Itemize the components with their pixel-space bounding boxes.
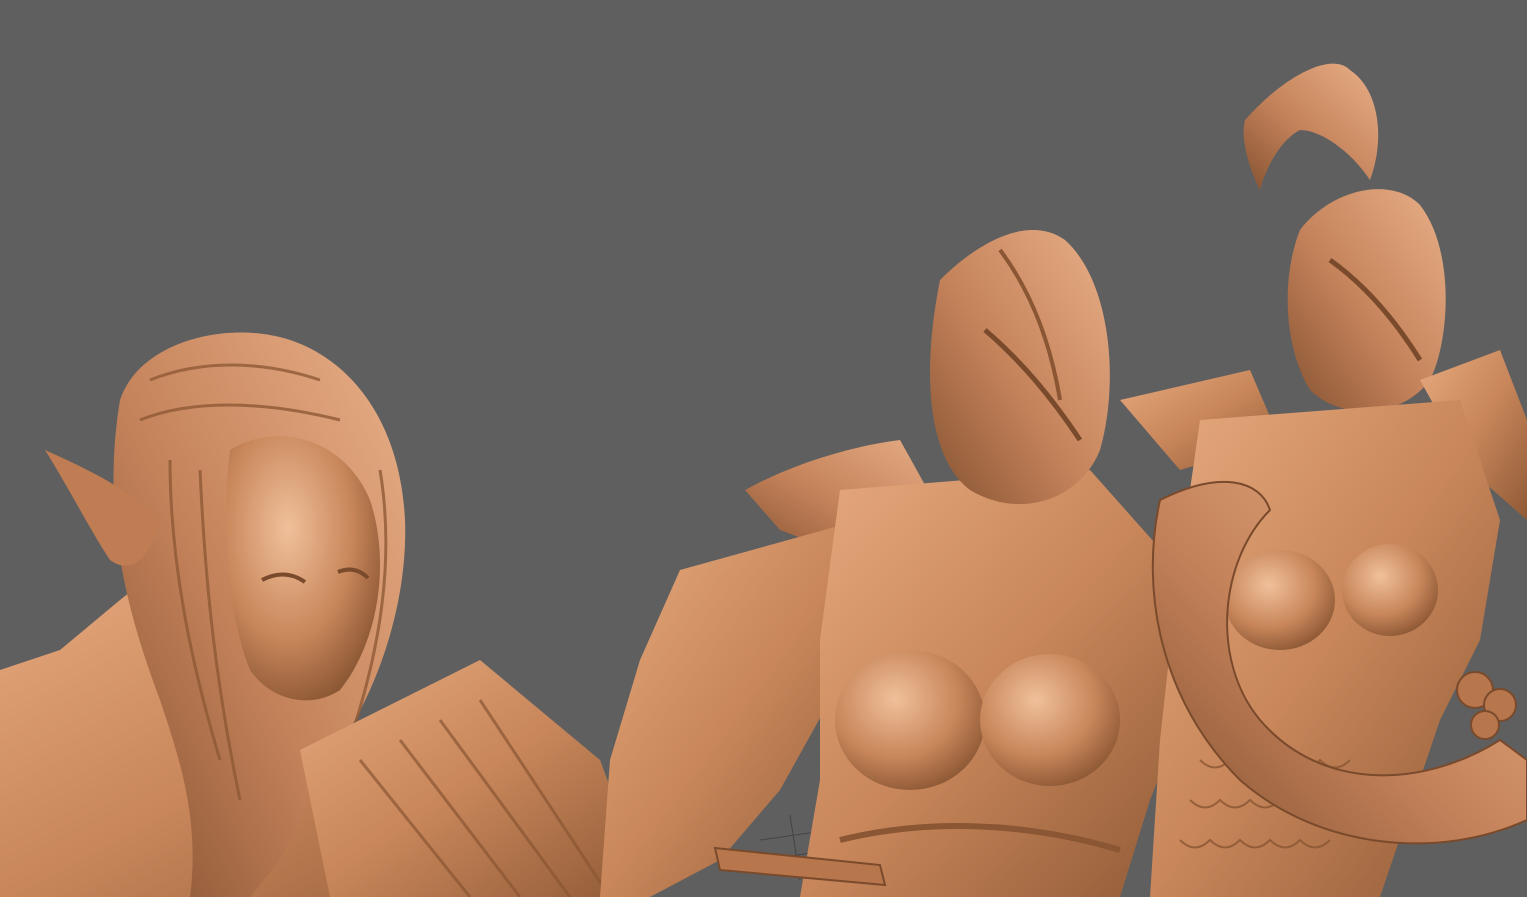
3d-viewport[interactable] — [0, 0, 1527, 897]
3d-scene[interactable] — [0, 0, 1527, 897]
warrior-right-helmet — [1287, 189, 1446, 412]
warrior-right-plume — [1243, 63, 1379, 191]
warrior-right-chest-right — [1342, 544, 1438, 636]
elf-bust-model[interactable] — [0, 332, 650, 897]
warrior-right-ornament — [1456, 671, 1517, 740]
warrior-right-model[interactable] — [1120, 63, 1527, 897]
warrior-center-chest-left — [835, 650, 985, 790]
warrior-right-chest-left — [1225, 550, 1335, 650]
warrior-center-chest-right — [980, 654, 1120, 786]
warrior-center-model[interactable] — [600, 229, 1190, 897]
